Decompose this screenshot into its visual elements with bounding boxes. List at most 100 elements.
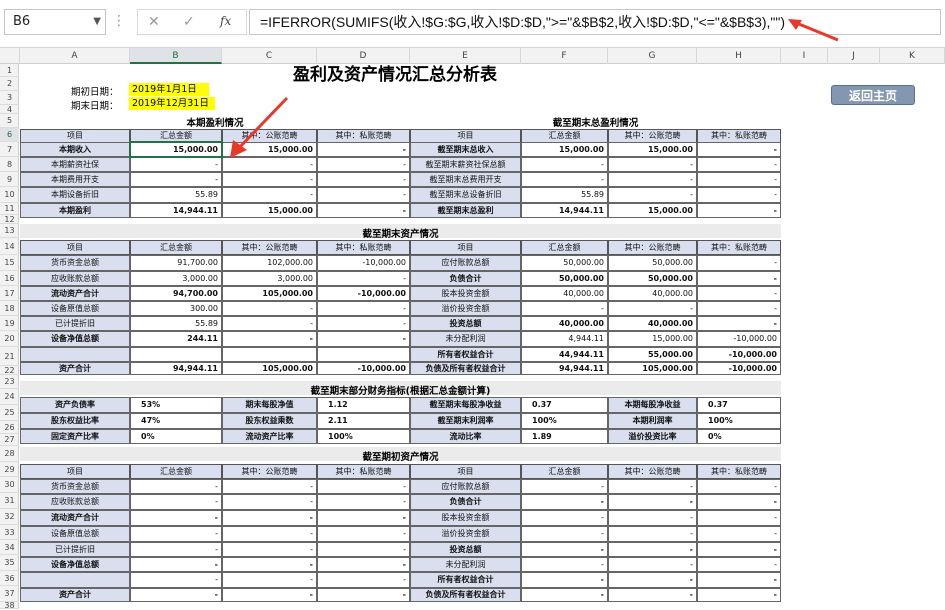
row-label[interactable]: 负债合计	[410, 271, 521, 286]
row-header-7[interactable]: 7	[0, 142, 19, 157]
select-all-corner[interactable]	[0, 48, 20, 64]
value-total[interactable]: 55.89	[130, 316, 222, 331]
column-title[interactable]: 其中：公账范畴	[608, 240, 697, 255]
row-header-6[interactable]: 6	[0, 128, 19, 142]
row-label[interactable]: 设备净值总额	[20, 331, 130, 347]
row-label[interactable]: 流动资产合计	[20, 286, 130, 301]
row-label[interactable]: 本期费用开支	[20, 172, 130, 187]
row-header-31[interactable]: 31	[0, 493, 19, 509]
home-button[interactable]: 返回主页	[831, 85, 915, 105]
column-header-C[interactable]: C	[222, 48, 317, 64]
value-private[interactable]: -	[317, 187, 410, 203]
row-label[interactable]: 截至期末总收入	[410, 142, 521, 157]
row-header-11[interactable]: 11	[0, 203, 19, 215]
chevron-down-icon[interactable]: ▼	[93, 10, 101, 34]
value-total[interactable]: -	[521, 557, 608, 572]
row-label[interactable]: 资产合计	[20, 588, 130, 602]
row-label[interactable]	[20, 572, 130, 588]
value-total[interactable]: -	[521, 479, 608, 494]
value-total[interactable]: -	[130, 157, 222, 172]
row-header-26[interactable]: 26	[0, 421, 19, 434]
value-public[interactable]: -	[608, 187, 697, 203]
value-private[interactable]: -	[317, 542, 410, 557]
column-title[interactable]: 汇总金额	[521, 129, 608, 143]
value-public[interactable]: -	[222, 557, 317, 572]
row-header-35[interactable]: 35	[0, 555, 19, 571]
value-total[interactable]: 40,000.00	[521, 286, 608, 301]
value-total[interactable]: -	[521, 172, 608, 187]
row-label[interactable]: 未分配利润	[410, 331, 521, 347]
row-header-2[interactable]: 2	[0, 77, 19, 91]
name-box[interactable]: B6 ▼	[4, 9, 106, 35]
row-header-23[interactable]: 23	[0, 375, 19, 389]
value-total[interactable]: -	[130, 542, 222, 557]
value-total[interactable]: 14,944.11	[521, 203, 608, 218]
column-header-F[interactable]: F	[521, 48, 608, 64]
value-total[interactable]: -	[521, 588, 608, 602]
row-header-29[interactable]: 29	[0, 462, 19, 477]
value-public[interactable]: -	[608, 572, 697, 588]
value-private[interactable]: -	[317, 142, 410, 157]
value-total[interactable]: -	[521, 510, 608, 526]
more-icon[interactable]: ⋮	[112, 14, 126, 28]
ratio-value[interactable]: 1.89	[521, 429, 608, 444]
value-total[interactable]: -	[130, 557, 222, 572]
value-private[interactable]: -10,000.00	[317, 286, 410, 301]
value-total[interactable]: -	[130, 172, 222, 187]
column-header-E[interactable]: E	[410, 48, 521, 64]
ratio-label[interactable]: 股东权益乘数	[222, 413, 317, 429]
value-public[interactable]: -	[608, 510, 697, 526]
ratio-label[interactable]: 截至期末利润率	[410, 413, 521, 429]
column-title[interactable]: 项目	[20, 129, 130, 143]
value-private[interactable]: -	[697, 286, 781, 301]
column-title[interactable]: 汇总金额	[130, 240, 222, 255]
row-label[interactable]	[20, 347, 130, 362]
row-header-15[interactable]: 15	[0, 255, 19, 271]
ratio-value[interactable]: 2.11	[317, 413, 410, 429]
value-total[interactable]: -	[521, 572, 608, 588]
row-label[interactable]: 投资总额	[410, 542, 521, 557]
row-header-21[interactable]: 21	[0, 347, 19, 366]
ratio-label[interactable]: 期末每股净值	[222, 397, 317, 413]
value-total[interactable]: 244.11	[130, 331, 222, 347]
value-public[interactable]: -	[222, 301, 317, 316]
value-private[interactable]: -	[697, 510, 781, 526]
value-private[interactable]: -	[317, 588, 410, 602]
start-date-value[interactable]: 2019年1月1日	[129, 83, 209, 96]
ratio-label[interactable]: 溢价投资比率	[608, 429, 697, 444]
row-header-17[interactable]: 17	[0, 286, 19, 301]
value-total[interactable]: -	[130, 479, 222, 494]
column-title[interactable]: 项目	[410, 464, 521, 479]
row-label[interactable]: 本期盈利	[20, 203, 130, 218]
row-label[interactable]: 溢价投资金额	[410, 526, 521, 542]
row-header-19[interactable]: 19	[0, 316, 19, 331]
ratio-label[interactable]: 本期每股净收益	[608, 397, 697, 413]
value-public[interactable]: -	[222, 316, 317, 331]
column-title[interactable]: 项目	[410, 129, 521, 143]
column-header-H[interactable]: H	[697, 48, 781, 64]
ratio-value[interactable]: 1.12	[317, 397, 410, 413]
value-total[interactable]: 94,700.00	[130, 286, 222, 301]
value-public[interactable]: -	[608, 479, 697, 494]
value-private[interactable]: -	[697, 142, 781, 157]
ratio-value[interactable]: 47%	[130, 413, 222, 429]
value-public[interactable]: 50,000.00	[608, 271, 697, 286]
value-public[interactable]: 105,000.00	[222, 286, 317, 301]
value-total[interactable]: 3,000.00	[130, 271, 222, 286]
row-header-37[interactable]: 37	[0, 586, 19, 602]
row-label[interactable]: 本期收入	[20, 142, 130, 157]
value-public[interactable]: -	[222, 331, 317, 347]
row-header-8[interactable]: 8	[0, 157, 19, 172]
value-public[interactable]: -	[222, 588, 317, 602]
value-private[interactable]: -	[317, 172, 410, 187]
ratio-value[interactable]: 100%	[317, 429, 410, 444]
ratio-value[interactable]: 53%	[130, 397, 222, 413]
selected-cell[interactable]	[129, 141, 223, 158]
row-label[interactable]: 投资总额	[410, 316, 521, 331]
column-header-B[interactable]: B	[130, 48, 222, 64]
value-private[interactable]: -	[697, 157, 781, 172]
row-label[interactable]: 设备净值总额	[20, 557, 130, 572]
row-label[interactable]: 本期设备折旧	[20, 187, 130, 203]
value-total[interactable]: -	[521, 157, 608, 172]
value-total[interactable]	[130, 347, 222, 362]
